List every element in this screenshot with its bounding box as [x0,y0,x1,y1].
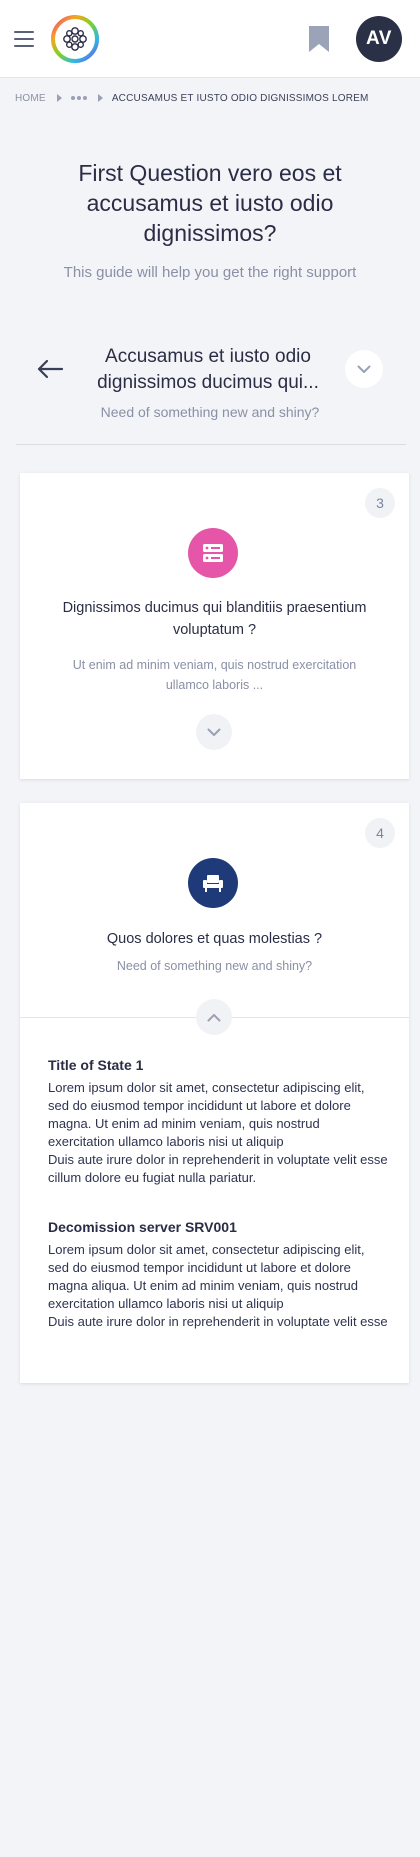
section-divider [16,444,406,445]
more-dots-icon[interactable] [70,96,87,100]
state-item: Title of State 1 Lorem ipsum dolor sit a… [48,1057,388,1187]
breadcrumb: HOME ACCUSAMUS ET IUSTO ODIO DIGNISSIMOS… [15,90,369,106]
state-item: Decomission server SRV001 Lorem ipsum do… [48,1219,388,1331]
breadcrumb-separator-icon [97,94,103,102]
breadcrumb-current: ACCUSAMUS ET IUSTO ODIO DIGNISSIMOS LORE… [111,92,369,104]
question-title-line2: dignissimos ducimus qui... [97,372,319,393]
chevron-up-icon [207,1013,221,1021]
state-title: Title of State 1 [48,1057,144,1073]
avatar[interactable]: AV [356,16,402,62]
question-subtitle: Need of something new and shiny? [100,404,320,420]
breadcrumb-separator-icon [56,94,62,102]
page-title: First Question vero eos et accusamus et … [78,160,342,246]
hamburger-icon[interactable] [14,31,36,47]
top-header: AV [0,0,420,78]
armchair-icon [188,858,238,908]
bookmark-icon[interactable] [308,25,330,53]
card-title: Dignissimos ducimus qui blanditiis praes… [62,600,367,638]
card-title: Quos dolores et quas molestias ? [106,931,323,947]
expand-button[interactable] [196,714,232,750]
step-number-badge: 4 [365,818,395,848]
question-title-line1: Accusamus et iusto odio [105,346,311,367]
step-number-badge: 3 [365,488,395,518]
card-description: Ut enim ad minim veniam, quis nostrud ex… [72,658,357,692]
state-title: Decomission server SRV001 [48,1219,237,1235]
collapse-button[interactable] [196,999,232,1035]
logo[interactable] [50,14,100,64]
state-body: Lorem ipsum dolor sit amet, consectetur … [48,1080,388,1185]
question-dropdown-button[interactable] [345,350,383,388]
state-body: Lorem ipsum dolor sit amet, consectetur … [48,1242,388,1329]
question-title: Accusamus et iusto odio dignissimos duci… [78,344,338,396]
breadcrumb-home-link[interactable]: HOME [15,93,46,104]
card-description: Need of something new and shiny? [116,959,313,973]
chevron-down-icon [207,728,221,736]
server-icon [188,528,238,578]
page-subtitle: This guide will help you get the right s… [63,264,357,281]
arrow-left-icon[interactable] [36,358,64,380]
chevron-down-icon [357,365,371,373]
question-card-4[interactable]: 4 Quos dolores et quas molestias ? Need … [20,803,409,1383]
question-card-3[interactable]: 3 Dignissimos ducimus qui blanditiis pra… [20,473,409,779]
